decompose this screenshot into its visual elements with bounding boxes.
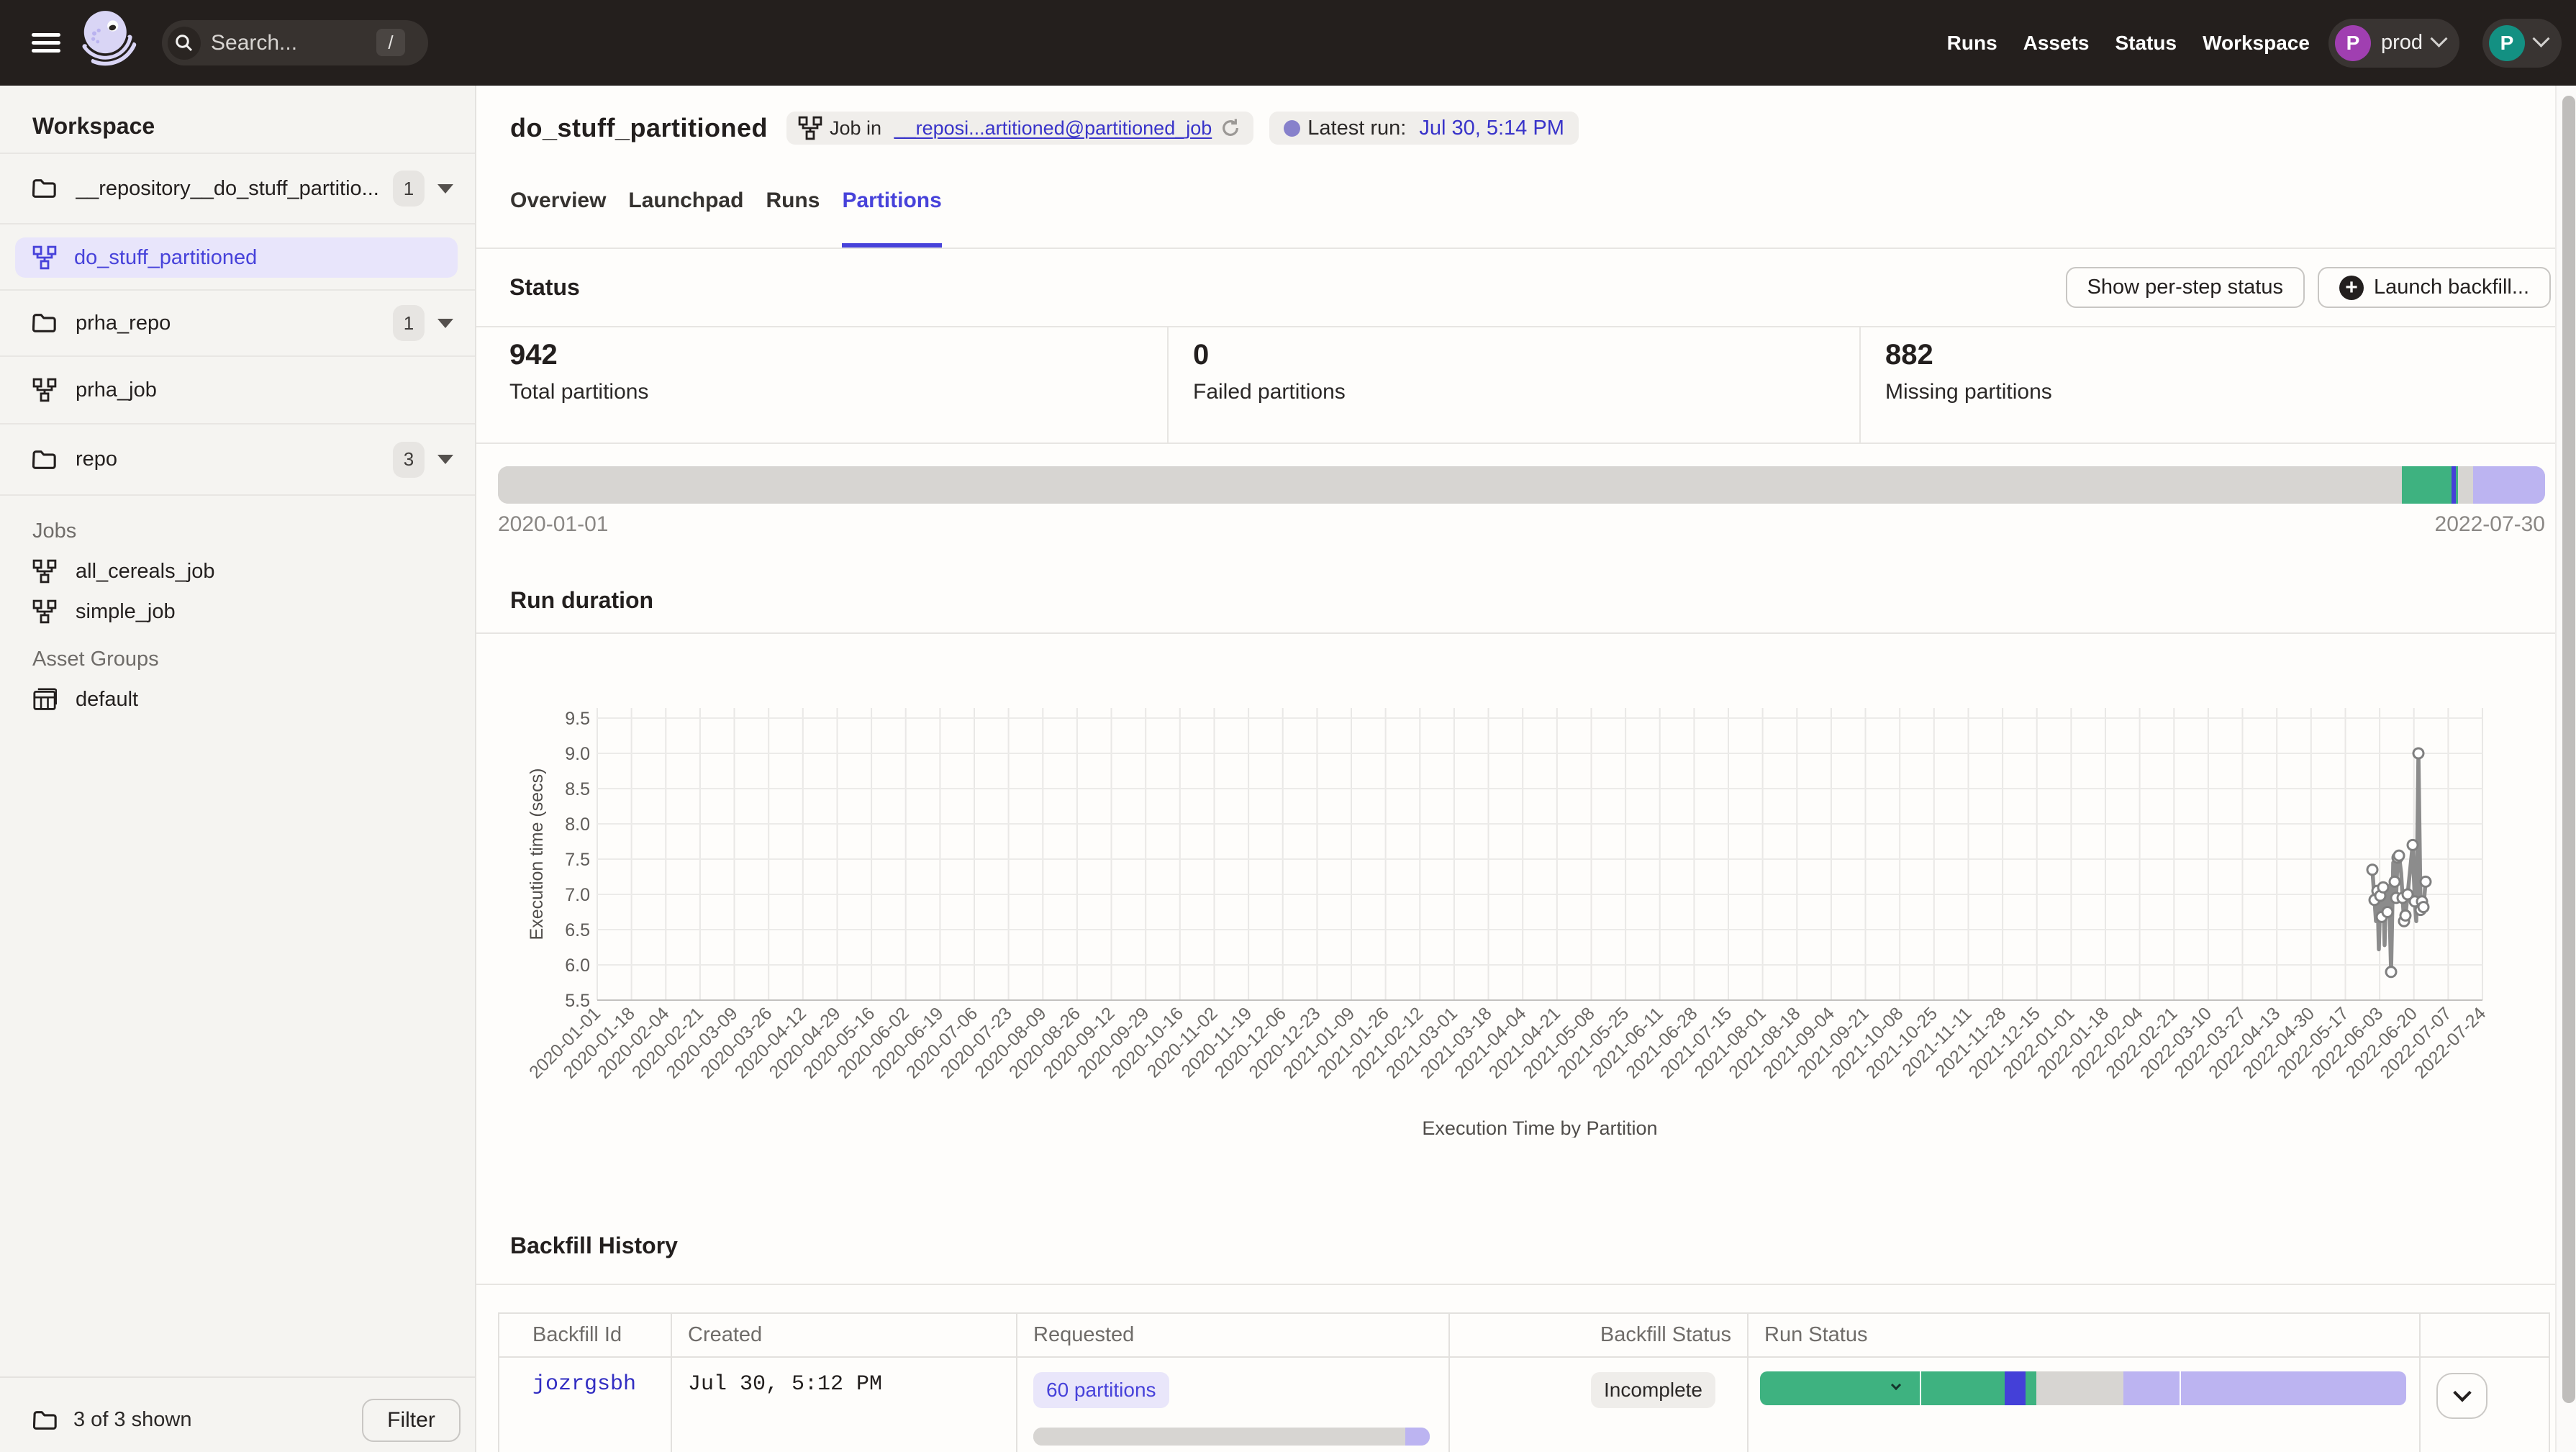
svg-text:8.0: 8.0: [565, 815, 590, 835]
svg-text:6.0: 6.0: [565, 956, 590, 976]
svg-text:7.0: 7.0: [565, 885, 590, 905]
svg-text:Execution time (secs): Execution time (secs): [527, 768, 547, 940]
svg-text:8.5: 8.5: [565, 779, 590, 799]
svg-text:6.5: 6.5: [565, 920, 590, 940]
svg-text:7.5: 7.5: [565, 850, 590, 870]
svg-text:Execution Time by Partition: Execution Time by Partition: [1422, 1117, 1657, 1138]
svg-text:9.5: 9.5: [565, 709, 590, 729]
svg-text:9.0: 9.0: [565, 744, 590, 764]
